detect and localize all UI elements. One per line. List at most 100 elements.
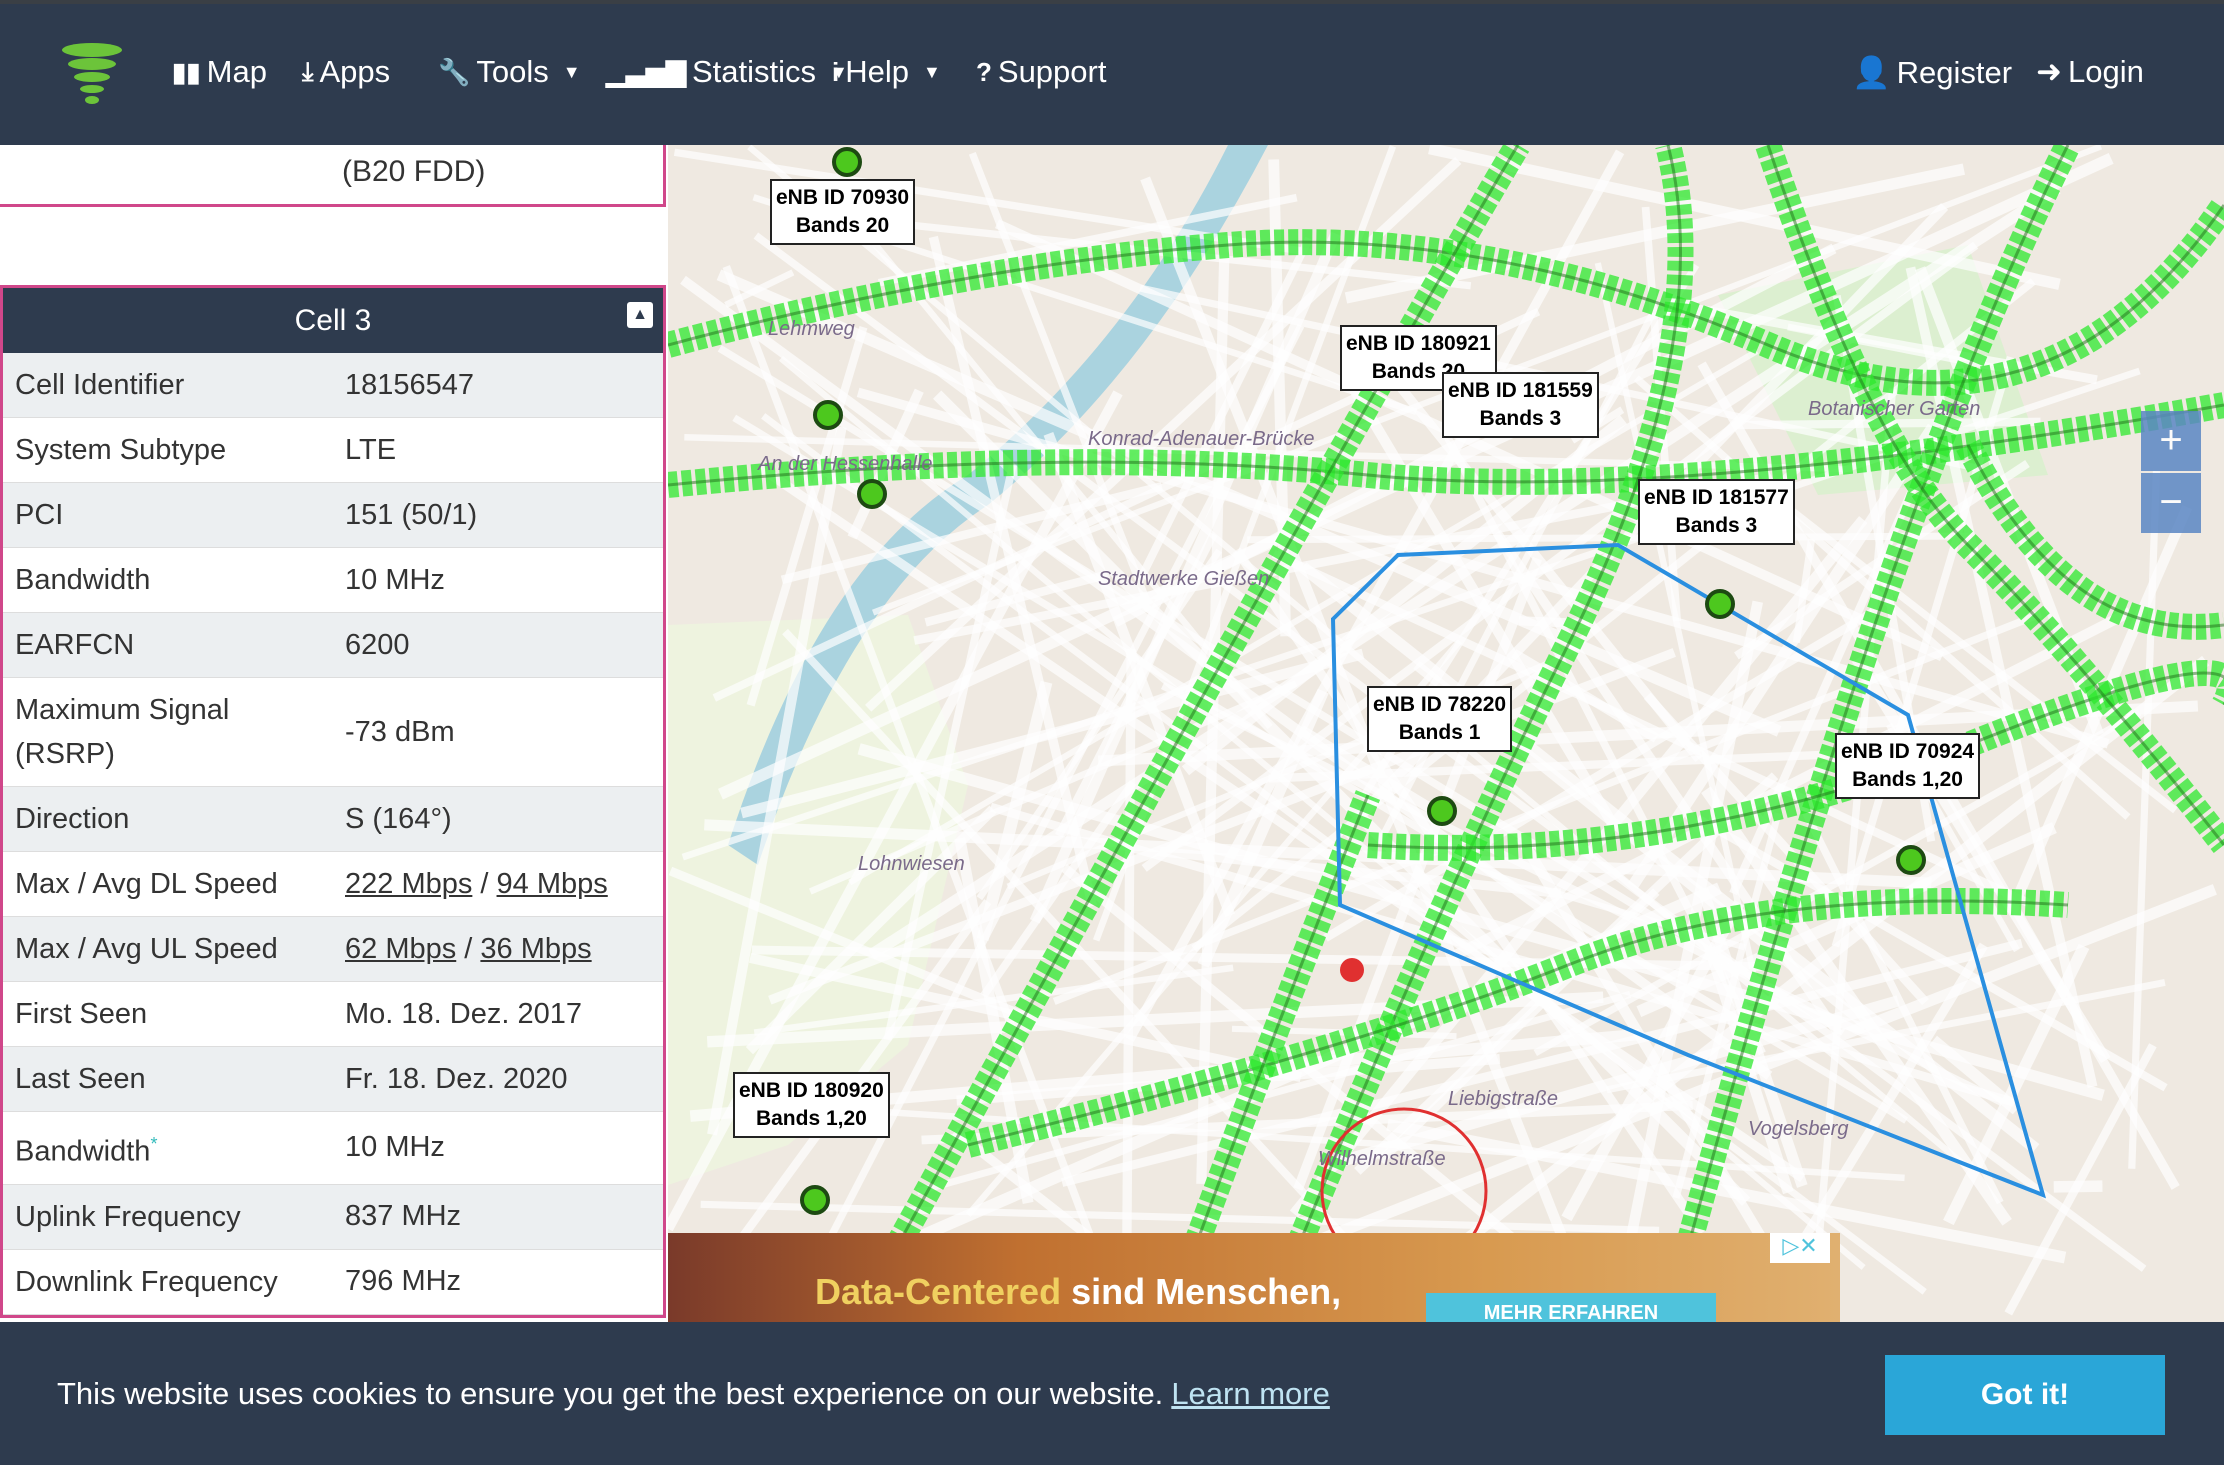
signal-icon: ▁▃▅▇ bbox=[606, 56, 686, 87]
row-value: 837 MHz bbox=[345, 1200, 462, 1233]
cell-tower-label[interactable]: eNB ID 78220 Bands 1 bbox=[1367, 686, 1513, 752]
max-speed-link[interactable]: 222 Mbps bbox=[345, 868, 472, 900]
row-value: -73 dBm bbox=[345, 715, 455, 748]
table-row: PCI 151 (50/1) bbox=[3, 483, 663, 548]
table-row: System Subtype LTE bbox=[3, 418, 663, 483]
row-label: Direction bbox=[15, 803, 130, 835]
learn-more-link[interactable]: Learn more bbox=[1171, 1376, 1330, 1411]
row-value: 62 Mbps / 36 Mbps bbox=[345, 932, 592, 965]
cell-tower-marker[interactable] bbox=[857, 479, 887, 509]
street bbox=[1122, 649, 1136, 1249]
row-value: Fr. 18. Dez. 2020 bbox=[345, 1062, 568, 1095]
row-value: S (164°) bbox=[345, 802, 452, 835]
cell-tower-label[interactable]: eNB ID 180920 Bands 1,20 bbox=[733, 1072, 890, 1138]
table-row: Max / Avg UL Speed 62 Mbps / 36 Mbps bbox=[3, 917, 663, 982]
cell-tower-marker[interactable] bbox=[1896, 845, 1926, 875]
row-value: LTE bbox=[345, 433, 397, 466]
nav-help[interactable]: i Help ▼ bbox=[832, 54, 941, 90]
row-label: Max / Avg DL Speed bbox=[15, 868, 278, 900]
caret-down-icon: ▼ bbox=[562, 61, 581, 82]
cell-tower-marker[interactable] bbox=[813, 400, 843, 430]
got-it-button[interactable]: Got it! bbox=[1885, 1355, 2165, 1435]
nav-support[interactable]: ? Support bbox=[976, 54, 1106, 90]
table-row: Uplink Frequency 837 MHz bbox=[3, 1184, 663, 1250]
place-label: Liebigstraße bbox=[1448, 1088, 1558, 1110]
place-label: Lehmweg bbox=[768, 318, 855, 340]
row-label: Bandwidth* bbox=[15, 1134, 158, 1168]
cell-3-card: Cell 3 ▲ Cell Identifier 18156547 System Su… bbox=[0, 285, 666, 1318]
place-label: Stadtwerke Gießen bbox=[1098, 568, 1269, 590]
row-value: 222 Mbps / 94 Mbps bbox=[345, 867, 608, 900]
download-icon: ⤓ bbox=[302, 56, 314, 86]
ad-button[interactable]: MEHR ERFAHREN bbox=[1426, 1293, 1716, 1322]
location-marker-icon bbox=[1340, 958, 1364, 982]
row-label: Downlink Frequency bbox=[15, 1265, 278, 1298]
table-row: Max / Avg DL Speed 222 Mbps / 94 Mbps bbox=[3, 852, 663, 917]
table-row: EARFCN 6200 bbox=[3, 613, 663, 678]
nav-map[interactable]: ▮▮ Map bbox=[172, 54, 267, 90]
collapse-icon[interactable]: ▲ bbox=[627, 302, 653, 328]
cell-tower-marker[interactable] bbox=[832, 147, 862, 177]
row-label: Uplink Frequency bbox=[15, 1200, 241, 1233]
cell-tower-label[interactable]: eNB ID 181559 Bands 3 bbox=[1442, 372, 1599, 438]
row-label: Max / Avg UL Speed bbox=[15, 933, 278, 965]
wrench-icon: 🔧 bbox=[438, 56, 471, 87]
top-navbar: ▮▮ Map ⤓ Apps 🔧 Tools ▼ ▁▃▅▇ Statistics ▼ i Help ▼ ? S… bbox=[0, 0, 2224, 145]
ad-headline: Data-Centered sind Menschen, bbox=[815, 1271, 1342, 1312]
row-label: Bandwidth bbox=[15, 564, 151, 596]
row-value: 10 MHz bbox=[345, 1131, 445, 1164]
cell-tower-marker[interactable] bbox=[1705, 589, 1735, 619]
zoom-out-button[interactable]: − bbox=[2141, 473, 2201, 533]
zoom-in-button[interactable]: + bbox=[2141, 411, 2201, 471]
row-label: EARFCN bbox=[15, 629, 135, 661]
cell-title[interactable]: Cell 3 ▲ bbox=[3, 288, 663, 353]
logo-icon[interactable] bbox=[60, 42, 124, 110]
table-row: Downlink Frequency 796 MHz bbox=[3, 1250, 663, 1315]
table-row: Cell Identifier 18156547 bbox=[3, 353, 663, 418]
advertisement-banner[interactable]: Data-Centered sind Menschen, MEHR ERFAHR… bbox=[668, 1233, 1840, 1322]
user-plus-icon: 👤 bbox=[1852, 55, 1891, 90]
place-label: Wilhelmstraße bbox=[1318, 1148, 1446, 1170]
nav-apps[interactable]: ⤓ Apps bbox=[302, 54, 390, 90]
ad-close-icon[interactable]: ▷✕ bbox=[1770, 1233, 1830, 1263]
map-icon: ▮▮ bbox=[172, 56, 201, 87]
info-icon: i bbox=[832, 56, 840, 87]
previous-cell-band: (B20 FDD) bbox=[0, 145, 666, 207]
table-row: Bandwidth* 10 MHz bbox=[3, 1112, 663, 1185]
cell-tower-label[interactable]: eNB ID 70924 Bands 1,20 bbox=[1835, 733, 1981, 799]
cell-tower-marker[interactable] bbox=[1427, 796, 1457, 826]
avg-speed-link[interactable]: 36 Mbps bbox=[480, 933, 591, 965]
row-value: 10 MHz bbox=[345, 563, 445, 596]
place-label: Botanischer Garten bbox=[1808, 398, 1980, 420]
place-label: Lohnwiesen bbox=[858, 853, 965, 875]
question-icon: ? bbox=[976, 56, 992, 87]
cell-tower-label[interactable]: eNB ID 181577 Bands 3 bbox=[1638, 479, 1795, 545]
row-label: System Subtype bbox=[15, 434, 227, 466]
cookie-banner: This website uses cookies to ensure you … bbox=[0, 1322, 2224, 1465]
place-label: An der Hessenhalle bbox=[757, 453, 933, 475]
cell-info-panel: (B20 FDD) Cell 3 ▲ Cell Identifier 1815654… bbox=[0, 145, 668, 1322]
caret-down-icon: ▼ bbox=[923, 61, 941, 82]
nav-statistics[interactable]: ▁▃▅▇ Statistics ▼ bbox=[606, 54, 848, 90]
sign-in-icon: ➜ bbox=[2036, 54, 2062, 89]
row-value: 796 MHz bbox=[345, 1265, 462, 1298]
row-value: Mo. 18. Dez. 2017 bbox=[345, 997, 582, 1030]
row-value: 6200 bbox=[345, 628, 410, 661]
place-label: Konrad-Adenauer-Brücke bbox=[1088, 428, 1314, 450]
table-row: Last Seen Fr. 18. Dez. 2020 bbox=[3, 1047, 663, 1112]
max-speed-link[interactable]: 62 Mbps bbox=[345, 933, 456, 965]
map[interactable]: Konrad-Adenauer-Brücke Stadtwerke Gießen B… bbox=[668, 145, 2224, 1322]
cell-tower-label[interactable]: eNB ID 70930 Bands 20 bbox=[770, 179, 916, 245]
register-link[interactable]: 👤 Register bbox=[1852, 54, 2012, 91]
row-value: 151 (50/1) bbox=[345, 498, 478, 531]
cookie-text: This website uses cookies to ensure you … bbox=[57, 1376, 1164, 1411]
place-label: Vogelsberg bbox=[1748, 1118, 1848, 1140]
nav-tools[interactable]: 🔧 Tools ▼ bbox=[438, 54, 581, 90]
login-link[interactable]: ➜ Login bbox=[2036, 54, 2144, 90]
row-label: First Seen bbox=[15, 998, 148, 1030]
avg-speed-link[interactable]: 94 Mbps bbox=[497, 868, 608, 900]
table-row: Direction S (164°) bbox=[3, 787, 663, 852]
table-row: Bandwidth 10 MHz bbox=[3, 548, 663, 613]
cell-tower-marker[interactable] bbox=[800, 1185, 830, 1215]
row-label: PCI bbox=[15, 499, 64, 531]
